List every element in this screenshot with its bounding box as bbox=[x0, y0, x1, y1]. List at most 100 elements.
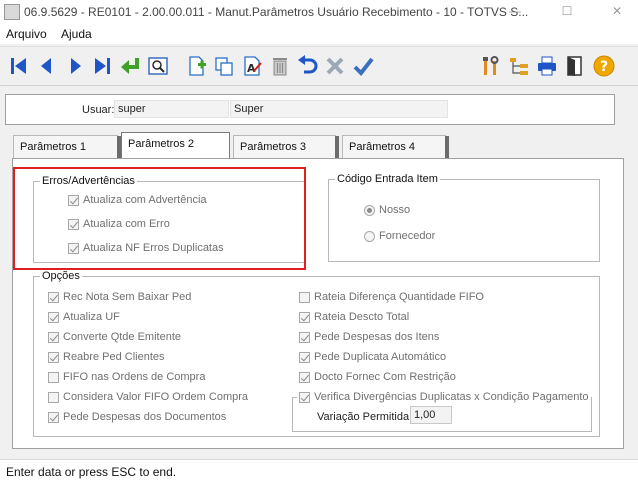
checkbox-box bbox=[299, 351, 310, 363]
checkbox-box bbox=[48, 371, 59, 383]
tab-label: Parâmetros 3 bbox=[240, 141, 307, 153]
last-record-icon[interactable] bbox=[91, 55, 113, 77]
chk-rec-nota-sem-baixar-ped[interactable]: Rec Nota Sem Baixar Ped bbox=[48, 291, 191, 303]
chk-converte-qtde-emitente[interactable]: Converte Qtde Emitente bbox=[48, 331, 181, 343]
checkbox-label: Considera Valor FIFO Ordem Compra bbox=[63, 391, 249, 403]
exit-icon[interactable] bbox=[564, 55, 586, 77]
checkbox-box bbox=[299, 391, 310, 403]
chk-pede-despesas-itens[interactable]: Pede Despesas dos Itens bbox=[299, 331, 439, 343]
tab-label: Parâmetros 1 bbox=[20, 141, 87, 153]
copy-record-icon[interactable] bbox=[213, 55, 235, 77]
close-button[interactable]: ✕ bbox=[610, 4, 624, 18]
checkbox-label: Docto Fornec Com Restrição bbox=[314, 371, 456, 383]
checkbox-box bbox=[299, 371, 310, 383]
group-title: Código Entrada Item bbox=[335, 173, 440, 185]
save-icon[interactable] bbox=[352, 55, 374, 77]
status-text: Enter data or press ESC to end. bbox=[6, 465, 177, 479]
checkbox-label: Pede Despesas dos Documentos bbox=[63, 411, 227, 423]
checkbox-label: Pede Despesas dos Itens bbox=[314, 331, 440, 343]
chk-pede-despesas-documentos[interactable]: Pede Despesas dos Documentos bbox=[48, 411, 226, 423]
tab-parametros-4[interactable]: Parâmetros 4 bbox=[342, 135, 449, 159]
main-content: Usuar: super Super Parâmetros 1 Parâmetr… bbox=[0, 87, 638, 457]
status-bar: Enter data or press ESC to end. bbox=[0, 459, 638, 484]
new-record-icon[interactable] bbox=[186, 55, 208, 77]
tab-label: Parâmetros 2 bbox=[128, 138, 195, 150]
codigo-entrada-item-group: Código Entrada Item Nosso Fornecedor bbox=[328, 173, 600, 262]
user-name-field: Super bbox=[230, 100, 448, 118]
variacao-permitida-label: Variação Permitida: bbox=[317, 411, 413, 423]
chk-rateia-descto-total[interactable]: Rateia Descto Total bbox=[299, 311, 409, 323]
svg-text:?: ? bbox=[600, 59, 608, 75]
chk-reabre-ped-clientes[interactable]: Reabre Ped Clientes bbox=[48, 351, 165, 363]
svg-text:A: A bbox=[247, 62, 256, 75]
undo-icon[interactable] bbox=[296, 55, 318, 77]
variacao-permitida-field[interactable]: 1,00 bbox=[410, 406, 452, 424]
tab-edge bbox=[335, 136, 339, 159]
tab-label: Parâmetros 4 bbox=[349, 141, 416, 153]
chk-docto-fornec-restricao[interactable]: Docto Fornec Com Restrição bbox=[299, 371, 456, 383]
checkbox-label: Reabre Ped Clientes bbox=[63, 351, 165, 363]
title-bar: 06.9.5629 - RE0101 - 2.00.00.011 - Manut… bbox=[0, 0, 638, 24]
radio-label: Nosso bbox=[379, 204, 411, 216]
checkbox-box bbox=[299, 331, 310, 343]
chk-atualiza-uf[interactable]: Atualiza UF bbox=[48, 311, 120, 323]
help-icon[interactable]: ? bbox=[593, 55, 615, 77]
cancel-icon[interactable] bbox=[324, 55, 346, 77]
checkbox-label: Rateia Diferença Quantidade FIFO bbox=[314, 291, 484, 303]
checkbox-box bbox=[299, 311, 310, 323]
chk-considera-valor-fifo[interactable]: Considera Valor FIFO Ordem Compra bbox=[48, 391, 248, 403]
menu-bar: Arquivo Ajuda bbox=[0, 24, 638, 44]
toolbar: A ? bbox=[0, 46, 638, 86]
chk-pede-duplicata-automatico[interactable]: Pede Duplicata Automático bbox=[299, 351, 446, 363]
search-icon[interactable] bbox=[147, 55, 169, 77]
group-title: Opções bbox=[40, 270, 82, 282]
radio-dot bbox=[364, 230, 375, 242]
menu-ajuda[interactable]: Ajuda bbox=[61, 27, 92, 41]
highlight-box bbox=[13, 167, 306, 270]
tab-parametros-1[interactable]: Parâmetros 1 bbox=[13, 135, 121, 159]
first-record-icon[interactable] bbox=[8, 55, 30, 77]
maximize-button[interactable]: ☐ bbox=[560, 4, 574, 18]
opcoes-group: Opções Rec Nota Sem Baixar Ped Atualiza … bbox=[33, 270, 600, 437]
checkbox-box bbox=[48, 391, 59, 403]
radio-label: Fornecedor bbox=[379, 230, 436, 242]
checkbox-box bbox=[299, 291, 310, 303]
tree-icon[interactable] bbox=[508, 55, 530, 77]
radio-fornecedor[interactable]: Fornecedor bbox=[364, 230, 435, 242]
tab-parametros-3[interactable]: Parâmetros 3 bbox=[233, 135, 339, 159]
next-record-icon[interactable] bbox=[64, 55, 86, 77]
goto-icon[interactable] bbox=[119, 55, 141, 77]
menu-arquivo[interactable]: Arquivo bbox=[6, 27, 47, 41]
user-code-field[interactable]: super bbox=[114, 100, 229, 118]
checkbox-label: Pede Duplicata Automático bbox=[314, 351, 447, 363]
radio-nosso[interactable]: Nosso bbox=[364, 204, 410, 216]
checkbox-label: Rateia Descto Total bbox=[314, 311, 410, 323]
checkbox-label: Atualiza UF bbox=[63, 311, 120, 323]
chk-fifo-ordens-compra[interactable]: FIFO nas Ordens de Compra bbox=[48, 371, 205, 383]
tools-icon[interactable] bbox=[480, 55, 502, 77]
minimize-button[interactable]: — bbox=[508, 4, 522, 18]
checkbox-box bbox=[48, 291, 59, 303]
checkbox-box bbox=[48, 331, 59, 343]
edit-record-icon[interactable]: A bbox=[241, 55, 263, 77]
chk-verifica-divergencias[interactable]: Verifica Divergências Duplicatas x Condi… bbox=[297, 391, 591, 403]
tab-edge bbox=[445, 136, 449, 159]
checkbox-label: Rec Nota Sem Baixar Ped bbox=[63, 291, 192, 303]
checkbox-label: Verifica Divergências Duplicatas x Condi… bbox=[314, 391, 589, 403]
previous-record-icon[interactable] bbox=[36, 55, 58, 77]
chk-rateia-diferenca-fifo[interactable]: Rateia Diferença Quantidade FIFO bbox=[299, 291, 484, 303]
checkbox-box bbox=[48, 311, 59, 323]
window-title: 06.9.5629 - RE0101 - 2.00.00.011 - Manut… bbox=[24, 5, 529, 19]
radio-dot bbox=[364, 204, 375, 216]
checkbox-label: Converte Qtde Emitente bbox=[63, 331, 182, 343]
checkbox-box bbox=[48, 411, 59, 423]
checkbox-label: FIFO nas Ordens de Compra bbox=[63, 371, 206, 383]
tab-parametros-2[interactable]: Parâmetros 2 bbox=[121, 132, 230, 159]
verifica-divergencias-group: Verifica Divergências Duplicatas x Condi… bbox=[292, 391, 592, 432]
app-icon bbox=[4, 4, 20, 20]
delete-record-icon[interactable] bbox=[269, 55, 291, 77]
user-label: Usuar: bbox=[82, 104, 115, 116]
checkbox-box bbox=[48, 351, 59, 363]
user-panel: Usuar: super Super bbox=[5, 94, 615, 125]
print-icon[interactable] bbox=[536, 55, 558, 77]
